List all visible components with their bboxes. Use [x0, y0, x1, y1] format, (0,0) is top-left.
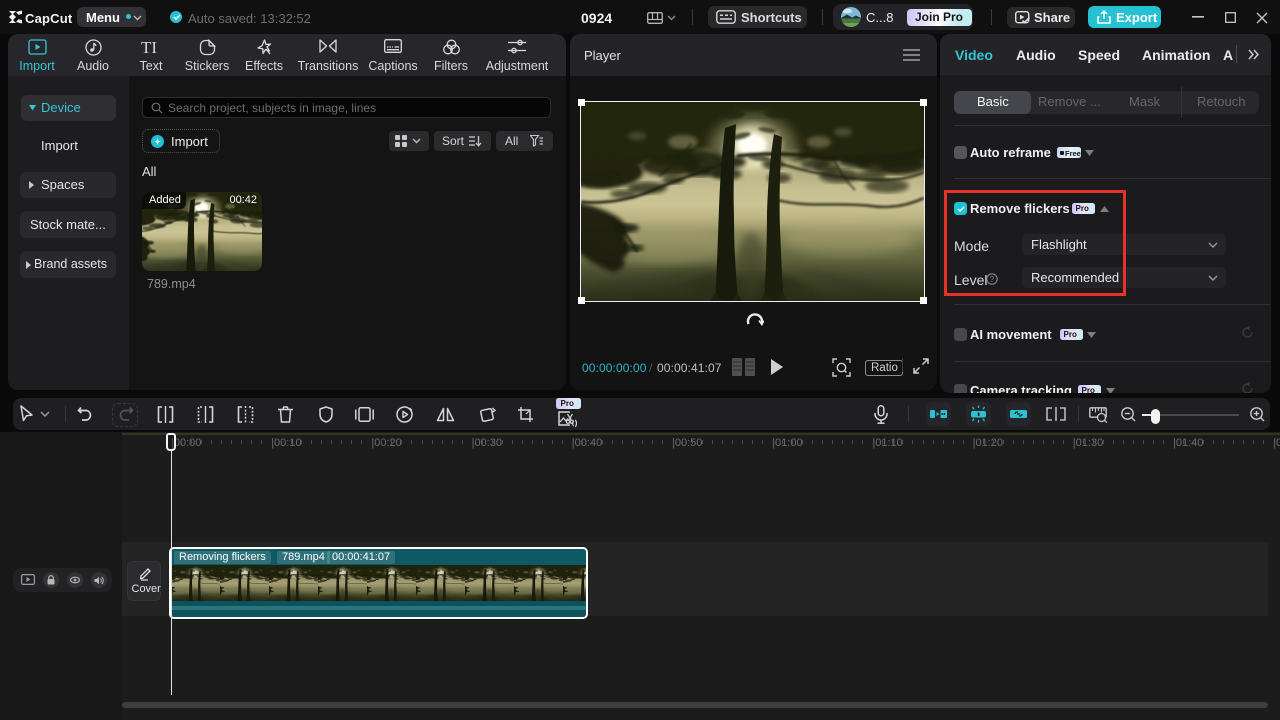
svg-text:TI: TI — [141, 39, 157, 55]
